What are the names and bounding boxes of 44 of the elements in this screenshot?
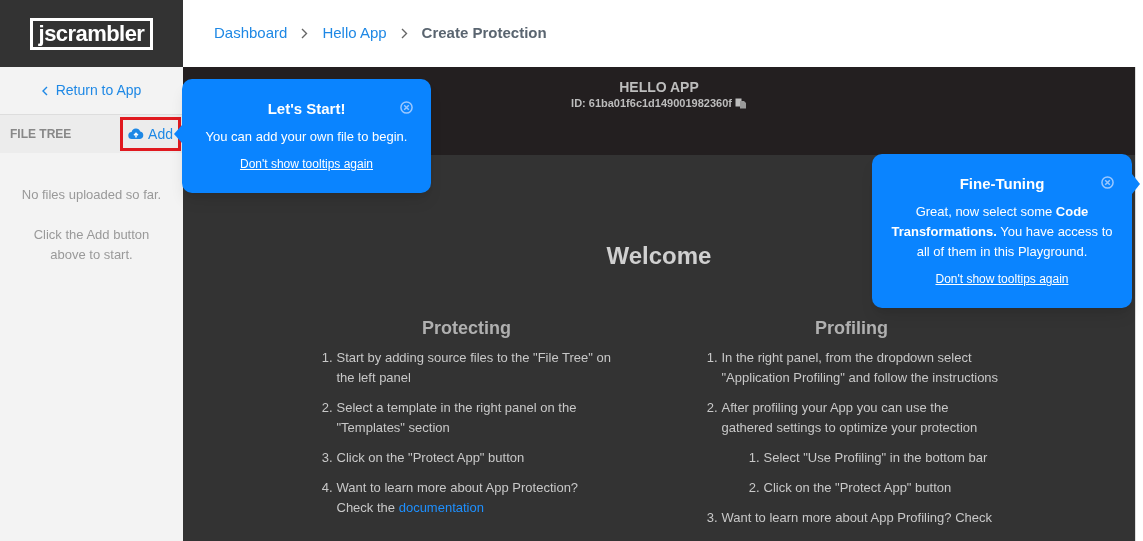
logo[interactable]: jscrambler	[29, 17, 154, 50]
list-number: 1.	[705, 349, 719, 367]
list-number: 2.	[705, 399, 719, 417]
cloud-upload-icon	[128, 128, 145, 140]
dismiss-tooltips-link[interactable]: Don't show tooltips again	[935, 270, 1069, 288]
list-text: Want to learn more about App Protection? Check the documentation	[336, 479, 580, 517]
breadcrumb-link[interactable]: Dashboard	[214, 22, 288, 45]
list-number: 1.	[320, 349, 334, 367]
breadcrumb-link[interactable]: Create Protection	[421, 22, 547, 45]
list-text: After profiling your App you can use the gathered settings to optimize your protection	[721, 399, 979, 437]
dismiss-tooltips-link[interactable]: Don't show tooltips again	[239, 155, 373, 173]
list-text: Start by adding source files to the "File Tree" on the left panel	[336, 349, 612, 387]
empty-message: Click the Add button above to start.	[32, 226, 151, 264]
list-number: 4.	[320, 479, 334, 497]
tooltip-title: Let's Start!	[266, 99, 347, 119]
tooltip-message: You can add your own file to begin.	[204, 128, 409, 146]
list-number: 2.	[320, 399, 334, 417]
copy-icon[interactable]	[734, 97, 747, 109]
list-text: Click on the "Protect App" button	[336, 449, 525, 467]
app-title: HELLO APP	[619, 79, 699, 95]
chevron-right-icon	[301, 28, 309, 39]
column-heading: Profiling	[814, 318, 889, 338]
tooltip-message: Great, now select some Code Transformations. You have access to all of them in this Playground.	[890, 203, 1114, 261]
list-number: 3.	[320, 449, 334, 467]
close-icon[interactable]	[400, 101, 413, 114]
documentation-link[interactable]: documentation	[398, 500, 484, 515]
list-text: Click on the "Protect App" button	[763, 479, 952, 497]
close-icon[interactable]	[1101, 176, 1114, 189]
chevron-left-icon	[41, 85, 48, 96]
empty-message: No files uploaded so far.	[21, 186, 162, 204]
list-number: 1.	[747, 449, 761, 467]
breadcrumb-link[interactable]: Hello App	[322, 22, 387, 45]
tooltip-title: Fine-Tuning	[958, 174, 1046, 194]
list-number: 3.	[705, 509, 719, 527]
app-id: ID: 61ba01f6c1d149001982360f	[571, 96, 732, 111]
list-text: In the right panel, from the dropdown select "Application Profiling" and follow the instructions	[721, 349, 1000, 387]
column-heading: Protecting	[421, 318, 512, 338]
list-text: Select "Use Profiling" in the bottom bar	[763, 449, 988, 467]
section-title: FILE TREE	[10, 126, 72, 143]
welcome-heading: Welcome	[606, 241, 712, 271]
chevron-right-icon	[400, 28, 408, 39]
list-text: Select a template in the right panel on the "Templates" section	[336, 399, 578, 437]
list-text: Want to learn more about App Profiling? Check	[721, 509, 992, 527]
list-number: 2.	[747, 479, 761, 497]
